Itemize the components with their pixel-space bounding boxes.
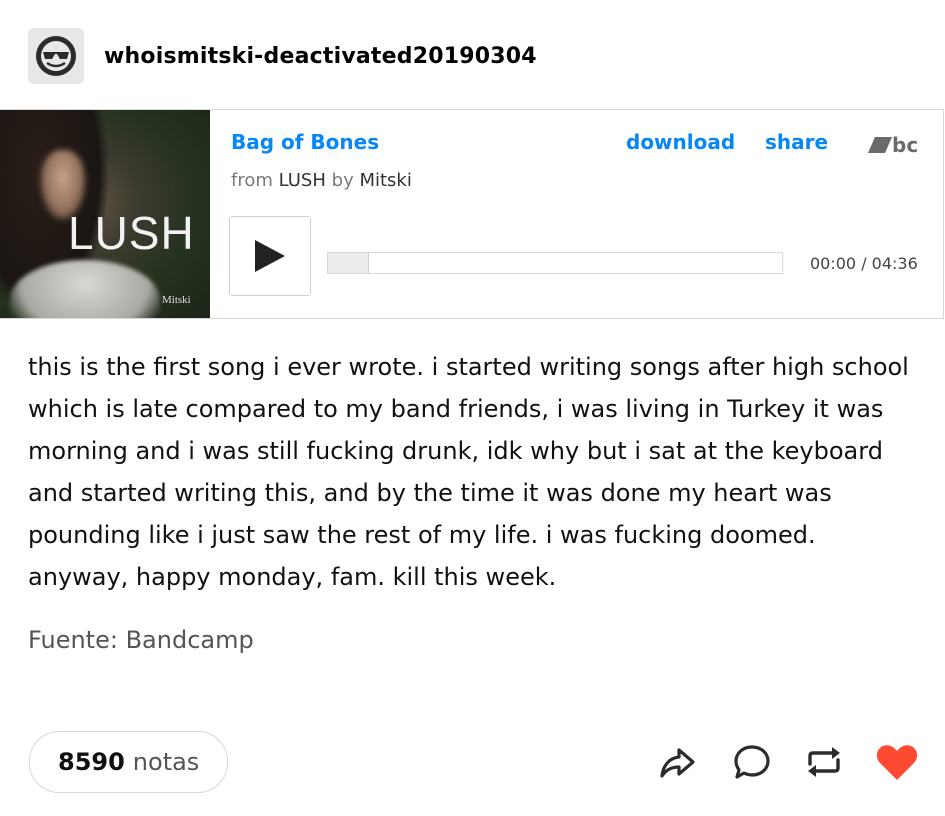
avatar[interactable] <box>28 28 84 84</box>
track-title-link[interactable]: Bag of Bones <box>231 130 379 154</box>
progress-handle[interactable] <box>328 253 369 273</box>
album-art-artist: Mitski <box>162 294 191 306</box>
album-art-title: LUSH <box>68 207 195 259</box>
album-art[interactable]: LUSH Mitski <box>0 110 210 318</box>
artist-link[interactable]: Mitski <box>359 170 411 191</box>
blog-username[interactable]: whoismitski-deactivated20190304 <box>104 44 537 69</box>
bandcamp-logo-text: bc <box>892 133 919 157</box>
download-link[interactable]: download <box>626 130 735 154</box>
post-source[interactable]: Fuente: Bandcamp <box>28 626 254 654</box>
progress-bar[interactable] <box>327 252 783 274</box>
share-button[interactable] <box>655 740 699 784</box>
play-button[interactable] <box>229 216 311 296</box>
bandcamp-parallelogram-icon <box>868 137 892 153</box>
bandcamp-logo[interactable]: bc <box>868 133 918 157</box>
time-display: 00:00 / 04:36 <box>810 254 918 273</box>
reply-button[interactable] <box>730 740 774 784</box>
share-link[interactable]: share <box>765 130 828 154</box>
like-icon <box>876 745 918 780</box>
from-prefix: from <box>231 170 273 191</box>
album-link[interactable]: LUSH <box>279 170 326 191</box>
album-info: from LUSH by Mitski <box>231 170 412 191</box>
share-icon <box>660 748 695 778</box>
notes-button[interactable]: 8590 notas <box>29 731 229 793</box>
post-header: whoismitski-deactivated20190304 <box>28 28 537 84</box>
by-prefix: by <box>331 170 354 191</box>
notes-label: notas <box>132 748 200 776</box>
reblog-button[interactable] <box>802 740 846 784</box>
sunglasses-face-icon <box>36 36 76 76</box>
reply-icon <box>734 745 770 779</box>
play-icon <box>255 240 285 272</box>
notes-count: 8590 <box>58 748 125 776</box>
post-caption: this is the first song i ever wrote. i s… <box>28 353 909 591</box>
reblog-icon <box>808 747 840 777</box>
like-button[interactable] <box>875 740 919 784</box>
bandcamp-player: LUSH Mitski Bag of Bones from LUSH by Mi… <box>0 109 944 319</box>
